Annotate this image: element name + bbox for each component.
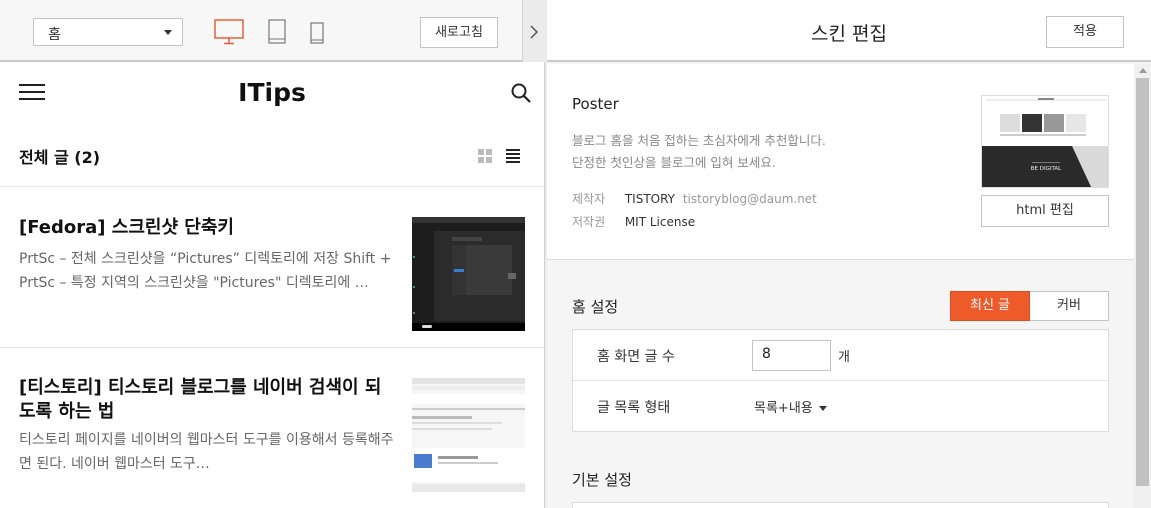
- skin-thumbnail: BE DIGITAL: [981, 95, 1109, 188]
- page-select[interactable]: 홈: [33, 18, 183, 46]
- post-thumbnail[interactable]: [412, 378, 525, 492]
- post-title[interactable]: [Fedora] 스크린샷 단축키: [19, 216, 389, 240]
- blog-header: ITips: [0, 64, 544, 124]
- editor-scrollbar[interactable]: [1134, 64, 1151, 508]
- blog-title[interactable]: ITips: [0, 78, 544, 107]
- post-count-input[interactable]: 8: [752, 340, 831, 371]
- scrollbar-thumb[interactable]: [1136, 78, 1149, 486]
- home-settings-box: 홈 화면 글 수 8 개 글 목록 형태 목록+내용: [572, 329, 1109, 432]
- post-list-header: 전체 글 (2): [0, 124, 544, 187]
- skin-description-line: 단정한 첫인상을 블로그에 입혀 보세요.: [572, 155, 776, 170]
- license-label: 저작권: [572, 215, 606, 229]
- maker-label: 제작자: [572, 192, 606, 206]
- chevron-right-icon: [530, 25, 539, 39]
- skin-license-row: 저작권 MIT License: [572, 213, 695, 230]
- skin-name: Poster: [572, 95, 619, 113]
- mobile-icon[interactable]: [310, 19, 324, 49]
- list-format-select[interactable]: 목록+내용: [754, 397, 827, 416]
- list-format-row: 글 목록 형태 목록+내용: [573, 381, 1108, 432]
- list-view-icon[interactable]: [506, 148, 520, 167]
- home-mode-latest-button[interactable]: 최신 글: [950, 291, 1030, 321]
- html-edit-button[interactable]: html 편집: [981, 195, 1109, 227]
- skin-editor-pane: 스킨 편집 적용 Poster 블로그 홈을 처음 접하는 초심자에게 추천합니…: [547, 0, 1151, 508]
- post-item[interactable]: [Fedora] 스크린샷 단축키 PrtSc – 전체 스크린샷을 “Pict…: [0, 188, 544, 348]
- basic-settings-box: [572, 502, 1109, 508]
- skin-maker-row: 제작자 TISTORY tistoryblog@daum.net: [572, 190, 817, 207]
- skin-info-card: Poster 블로그 홈을 처음 접하는 초심자에게 추천합니다. 단정한 첫인…: [547, 64, 1134, 260]
- scroll-up-arrow-icon[interactable]: [1139, 68, 1147, 73]
- tablet-icon[interactable]: [268, 19, 286, 49]
- post-thumbnail[interactable]: [412, 217, 525, 331]
- post-excerpt: 티스토리 페이지를 네이버의 웹마스터 도구를 이용해서 등록해주면 된다. 네…: [19, 432, 394, 472]
- preview-toolbar: 홈 새로고침: [0, 0, 545, 62]
- post-count-unit: 개: [838, 350, 850, 365]
- caret-down-icon: [164, 30, 172, 35]
- maker-name: TISTORY: [624, 192, 675, 206]
- home-settings-title: 홈 설정: [572, 298, 619, 316]
- skin-description: 블로그 홈을 처음 접하는 초심자에게 추천합니다. 단정한 첫인상을 블로그에…: [572, 130, 952, 174]
- apply-button[interactable]: 적용: [1046, 16, 1124, 48]
- skin-editor-app: 홈 새로고침 ITips 전체 글 (2) [Fedora] 스크린샷 단축키 …: [0, 0, 1151, 508]
- desktop-icon[interactable]: [214, 19, 244, 49]
- maker-email: tistoryblog@daum.net: [682, 192, 817, 206]
- collapse-panel-button[interactable]: [522, 0, 545, 62]
- post-title[interactable]: [티스토리] 티스토리 블로그를 네이버 검색이 되도록 하는 법: [19, 376, 389, 424]
- list-format-value: 목록+내용: [754, 401, 813, 416]
- license-value: MIT License: [624, 215, 696, 229]
- list-format-label: 글 목록 형태: [597, 400, 671, 416]
- caret-down-icon: [818, 406, 827, 411]
- search-icon[interactable]: [511, 83, 531, 107]
- post-item[interactable]: [티스토리] 티스토리 블로그를 네이버 검색이 되도록 하는 법 티스토리 페…: [0, 349, 544, 508]
- post-list-title: 전체 글 (2): [19, 148, 101, 167]
- basic-settings-title: 기본 설정: [572, 471, 632, 489]
- post-excerpt: PrtSc – 전체 스크린샷을 “Pictures” 디렉토리에 저장 Shi…: [19, 251, 392, 291]
- skin-description-line: 블로그 홈을 처음 접하는 초심자에게 추천합니다.: [572, 133, 826, 148]
- post-count-row: 홈 화면 글 수 8 개: [573, 330, 1108, 381]
- post-count-label: 홈 화면 글 수: [597, 349, 675, 365]
- preview-pane: 홈 새로고침 ITips 전체 글 (2) [Fedora] 스크린샷 단축키 …: [0, 0, 545, 508]
- page-select-value: 홈: [48, 27, 61, 43]
- editor-toolbar: 스킨 편집 적용: [547, 0, 1151, 62]
- refresh-button[interactable]: 새로고침: [420, 17, 498, 48]
- grid-view-icon[interactable]: [478, 148, 492, 167]
- skin-thumbnail-text: BE DIGITAL: [1031, 166, 1062, 172]
- home-mode-cover-button[interactable]: 커버: [1030, 291, 1109, 321]
